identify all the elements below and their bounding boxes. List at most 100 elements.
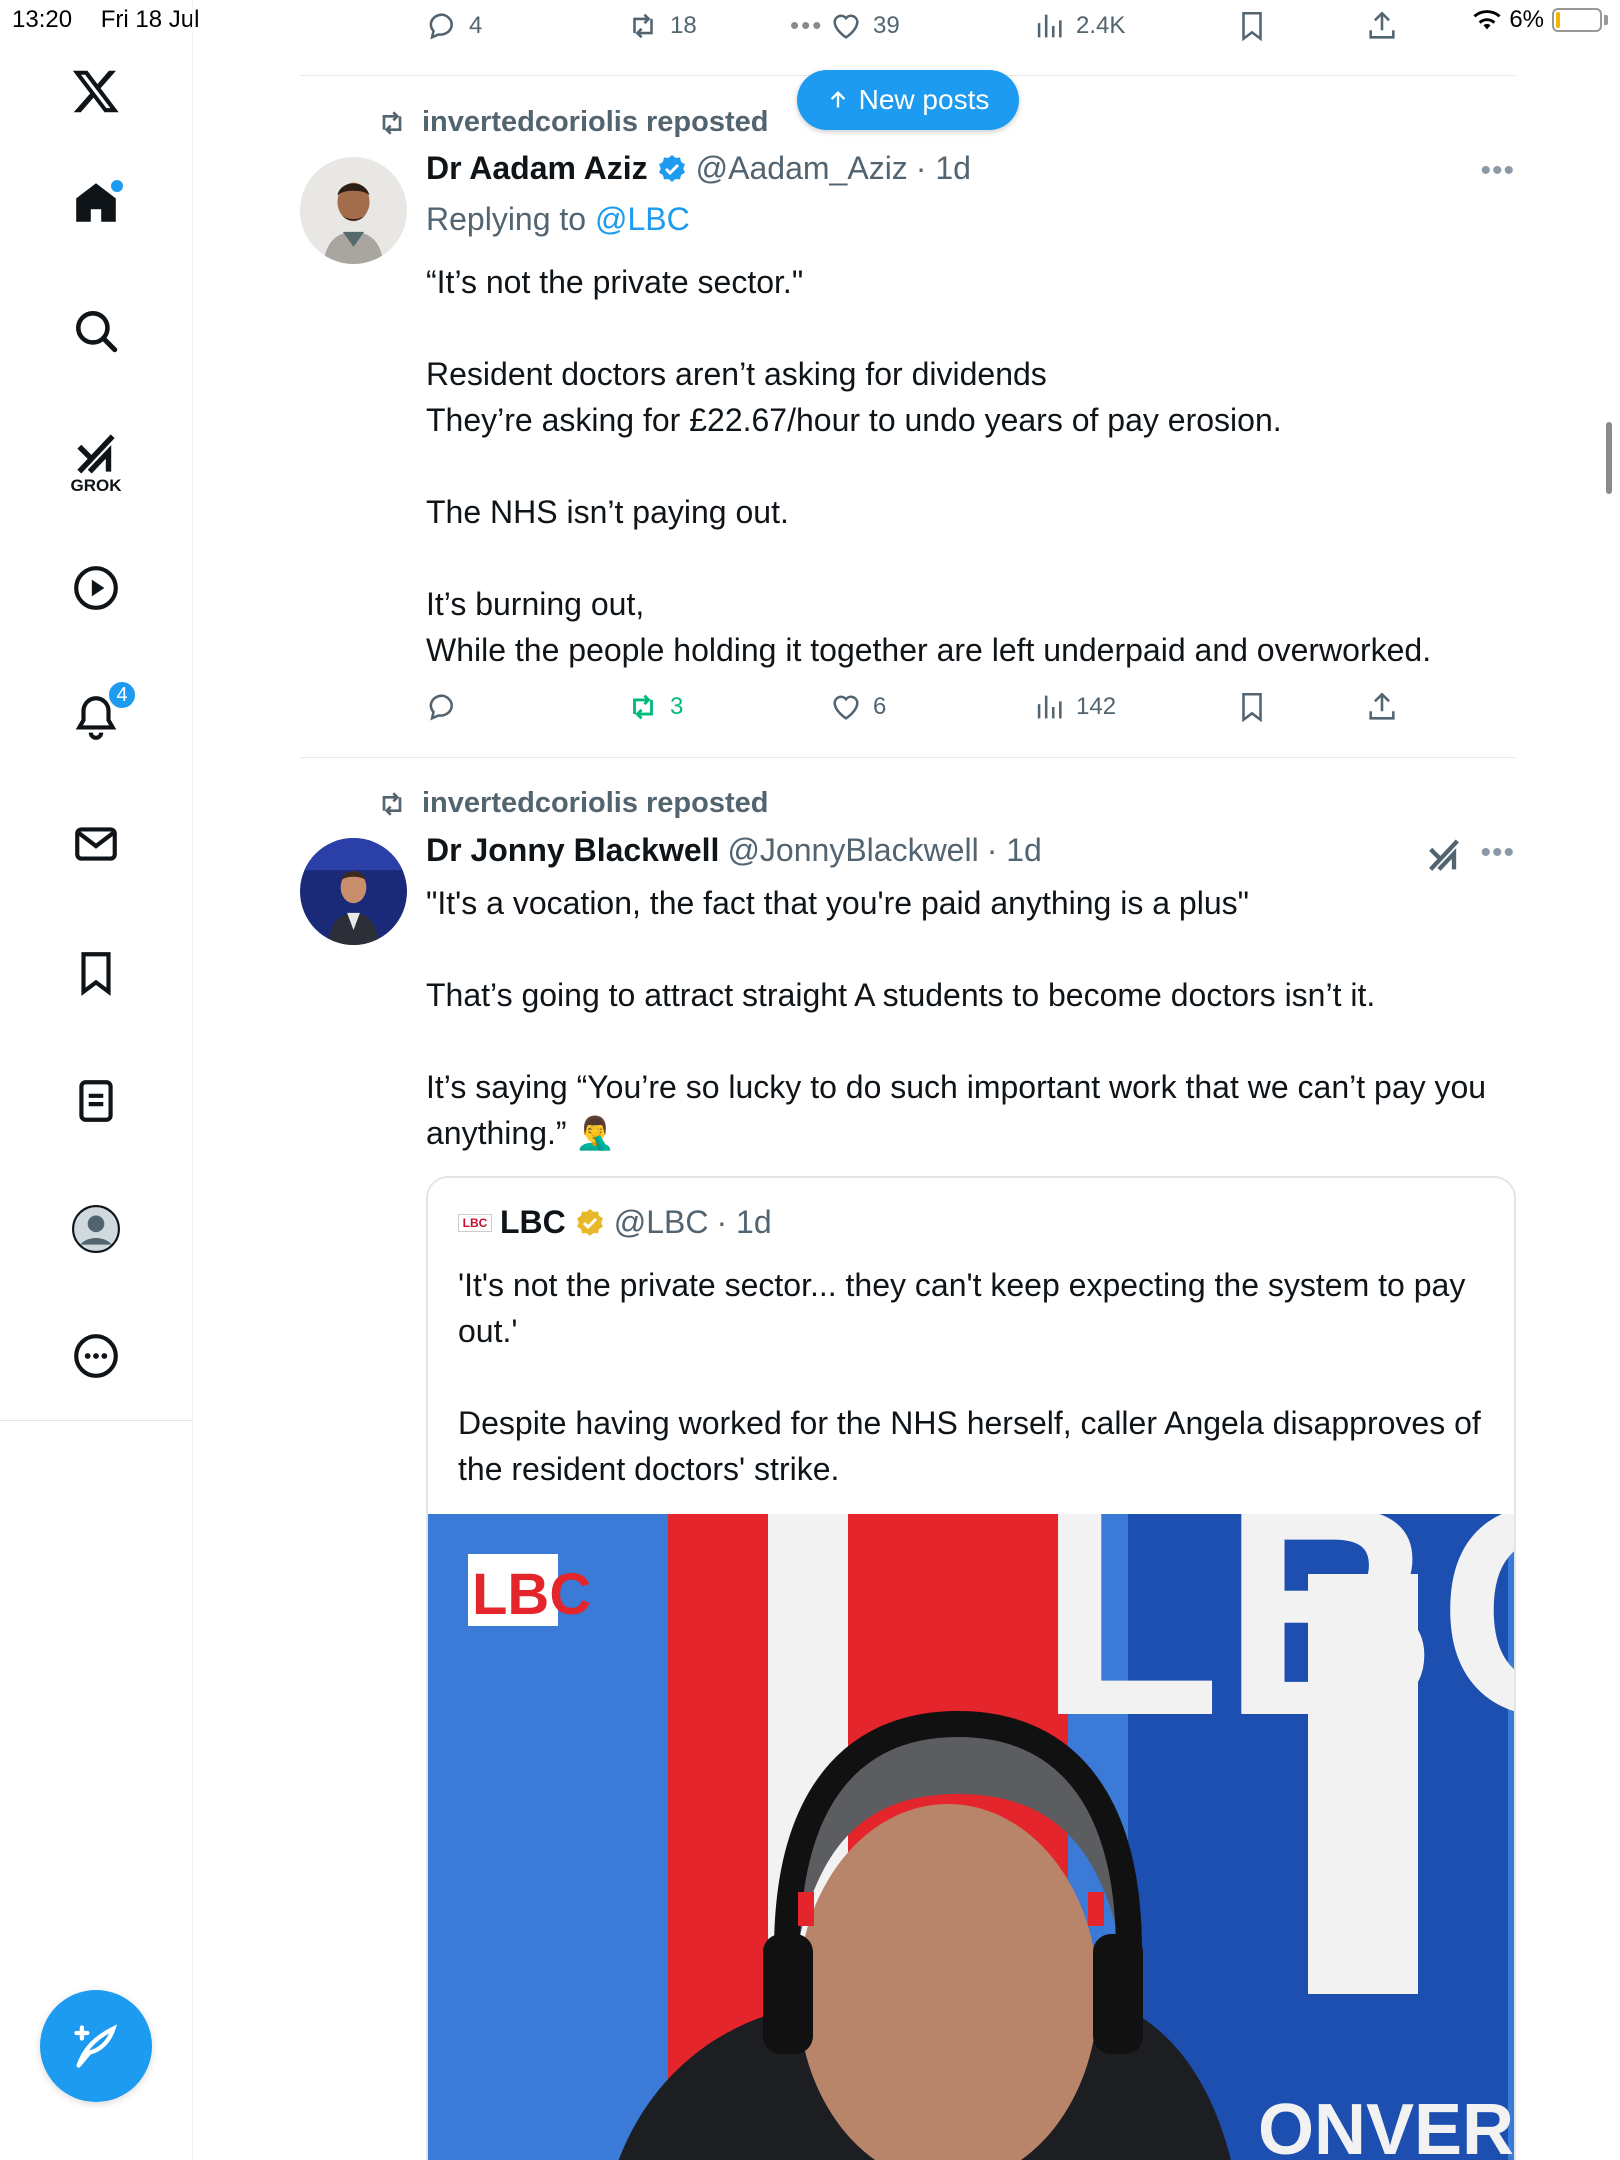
battery-percent: 6%: [1509, 6, 1544, 33]
new-posts-button[interactable]: New posts: [797, 70, 1019, 130]
sidebar-divider: [0, 1420, 193, 1421]
grok-explain-icon[interactable]: [1424, 836, 1464, 876]
bookmark-button[interactable]: [1235, 9, 1269, 43]
replying-to: Replying to @LBC: [426, 201, 690, 237]
compose-feather-icon: [74, 2024, 118, 2068]
quote-paragraph: Despite having worked for the NHS hersel…: [458, 1405, 1481, 1487]
x-logo-icon[interactable]: [65, 60, 127, 122]
lists-icon: [79, 1080, 113, 1122]
avatar-photo: [300, 157, 407, 264]
gold-verified-badge-icon: [576, 1208, 603, 1236]
notifications-badge: 4: [107, 680, 137, 710]
author-handle[interactable]: @Aadam_Aziz: [696, 150, 908, 187]
verified-badge-icon: [658, 154, 685, 182]
tweet-paragraph: It’s saying “You’re so lucky to do such …: [426, 1069, 1487, 1151]
bookmark-button[interactable]: [1235, 690, 1269, 724]
author-name[interactable]: Dr Aadam Aziz: [426, 150, 648, 187]
sidebar-item-more[interactable]: [65, 1325, 127, 1387]
home-unread-dot: [111, 180, 123, 192]
tweet-text: "It's a vocation, the fact that you're p…: [426, 880, 1516, 1156]
tweet-header: Dr Jonny Blackwell @JonnyBlackwell · 1d: [426, 832, 1042, 869]
lbc-avatar: LBC: [458, 1213, 492, 1232]
quoted-tweet[interactable]: LBC LBC @LBC · 1d 'It's not the private …: [426, 1176, 1516, 2160]
repost-context[interactable]: invertedcoriolis reposted: [376, 787, 769, 820]
status-bar-right: 6%: [1473, 6, 1608, 34]
author-handle[interactable]: @JonnyBlackwell: [727, 832, 978, 869]
media-bg-text: LBC: [1038, 1514, 1516, 1778]
quote-author-handle: @LBC: [613, 1204, 709, 1240]
more-options-icon[interactable]: •••: [1480, 836, 1515, 870]
like-button[interactable]: 6: [829, 690, 886, 724]
bookmarks-icon: [81, 952, 111, 996]
quote-author-name: LBC: [500, 1204, 566, 1240]
scroll-indicator[interactable]: [1606, 422, 1612, 494]
sidebar-item-search[interactable]: [65, 300, 127, 362]
repost-context[interactable]: invertedcoriolis reposted: [376, 106, 769, 139]
repost-button[interactable]: 18: [626, 9, 697, 43]
views-icon: [1037, 14, 1062, 38]
share-button[interactable]: [1365, 690, 1399, 724]
tweet-time[interactable]: · 1d: [916, 150, 971, 187]
tweet-time[interactable]: · 1d: [987, 832, 1042, 869]
views-icon: [1037, 695, 1062, 719]
bookmark-icon: [1242, 692, 1262, 723]
messages-icon: [75, 827, 117, 861]
grok-icon: [77, 434, 115, 474]
sidebar-item-home[interactable]: [65, 172, 127, 234]
arrow-up-icon: [830, 91, 845, 108]
quote-header: LBC LBC @LBC · 1d: [458, 1204, 772, 1241]
views-button[interactable]: 142: [1032, 690, 1116, 724]
reply-button[interactable]: 4: [425, 9, 482, 43]
grok-label: GROK: [70, 476, 122, 495]
heart-icon: [833, 14, 859, 39]
sidebar-item-profile[interactable]: [65, 1198, 127, 1260]
sidebar-item-video[interactable]: [65, 557, 127, 619]
more-options-icon[interactable]: •••: [1480, 154, 1515, 188]
sidebar-item-notifications[interactable]: 4: [65, 680, 137, 748]
repost-button[interactable]: 3: [626, 690, 683, 724]
video-frame: LBC LBC ONVERSA: [428, 1514, 1516, 2160]
tweet-paragraph: That’s going to attract straight A stude…: [426, 977, 1376, 1013]
sidebar-item-bookmarks[interactable]: [65, 942, 127, 1004]
tweet1-actions: 3 6 142: [425, 690, 1425, 730]
search-icon: [76, 311, 118, 353]
reply-icon: [429, 694, 453, 721]
tweet-paragraph: Resident doctors aren’t asking for divid…: [426, 356, 1282, 438]
compose-button[interactable]: [40, 1990, 152, 2102]
tweet-header: Dr Aadam Aziz @Aadam_Aziz · 1d: [426, 150, 971, 187]
avatar[interactable]: [300, 838, 407, 945]
sidebar: GROK 4: [0, 0, 193, 2160]
reply-to-handle-link[interactable]: @LBC: [595, 201, 690, 237]
reply-icon: [429, 13, 453, 40]
tweet-paragraph: It’s burning out, While the people holdi…: [426, 586, 1432, 668]
share-button[interactable]: [1365, 9, 1399, 43]
sidebar-item-lists[interactable]: [65, 1070, 127, 1132]
media-banner-text: ONVERSA: [1258, 2090, 1516, 2160]
profile-icon: [72, 1205, 120, 1253]
repost-icon: [633, 694, 653, 720]
repost-icon: [633, 13, 653, 39]
wifi-icon: [1473, 10, 1501, 30]
tweet-divider: [300, 757, 1515, 758]
quote-video-thumbnail[interactable]: LBC LBC ONVERSA: [428, 1514, 1516, 2160]
more-icon: [74, 1334, 118, 1378]
repost-icon: [382, 110, 402, 135]
reply-button[interactable]: [425, 690, 469, 724]
quote-paragraph: 'It's not the private sector... they can…: [458, 1267, 1466, 1349]
tweet-paragraph: “It’s not the private sector.": [426, 264, 804, 300]
views-button[interactable]: 2.4K: [1032, 9, 1125, 43]
share-icon: [1369, 11, 1395, 39]
like-button[interactable]: 39: [829, 9, 900, 43]
media-logo-text: LBC: [472, 1562, 591, 1627]
sidebar-item-messages[interactable]: [65, 813, 127, 875]
avatar[interactable]: [300, 157, 407, 264]
tweet-text: “It’s not the private sector." Resident …: [426, 259, 1516, 673]
battery-icon: [1552, 8, 1602, 32]
bookmark-icon: [1242, 11, 1262, 42]
repost-icon: [382, 791, 402, 816]
prev-tweet-actions: 4 18 39 2.4K: [425, 9, 1425, 49]
author-name[interactable]: Dr Jonny Blackwell: [426, 832, 719, 869]
tweet-paragraph: The NHS isn’t paying out.: [426, 494, 789, 530]
tweet-paragraph: "It's a vocation, the fact that you're p…: [426, 885, 1249, 921]
quote-time: · 1d: [716, 1204, 772, 1240]
